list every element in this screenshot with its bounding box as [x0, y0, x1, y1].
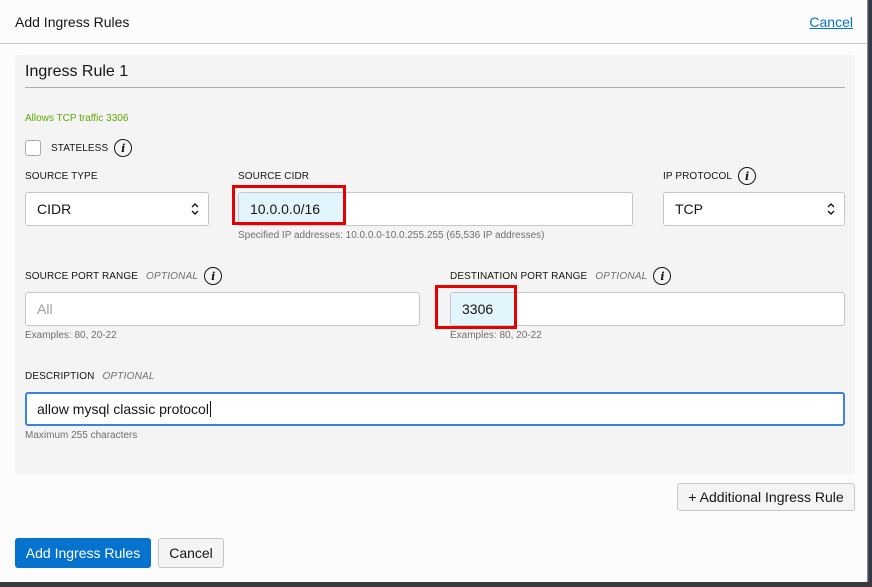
add-ingress-rules-dialog: Add Ingress Rules Cancel Ingress Rule 1 … — [0, 0, 868, 582]
source-cidr-value: 10.0.0.0/16 — [250, 201, 321, 217]
source-port-helper: Examples: 80, 20-22 — [25, 330, 117, 341]
destination-port-helper: Examples: 80, 20-22 — [450, 330, 542, 341]
source-port-label: SOURCE PORT RANGE — [25, 270, 139, 282]
source-type-select[interactable]: CIDR — [25, 192, 209, 226]
add-ingress-rules-button[interactable]: Add Ingress Rules — [15, 538, 151, 568]
window-edge-bottom — [0, 582, 872, 587]
info-icon[interactable]: i — [653, 267, 672, 285]
text-cursor — [209, 401, 211, 417]
info-icon[interactable]: i — [204, 267, 223, 285]
dialog-title: Add Ingress Rules — [15, 13, 130, 30]
source-port-placeholder: All — [37, 301, 53, 317]
description-label-row: DESCRIPTION OPTIONAL — [25, 367, 155, 385]
ip-protocol-label: IP PROTOCOL — [663, 170, 733, 182]
stateless-checkbox[interactable] — [25, 140, 41, 156]
destination-port-label-row: DESTINATION PORT RANGE OPTIONAL i — [450, 267, 672, 285]
rule-title: Ingress Rule 1 — [25, 63, 845, 88]
source-type-label-row: SOURCE TYPE — [25, 167, 98, 185]
stateless-row: STATELESS i — [25, 139, 133, 157]
info-icon[interactable]: i — [114, 139, 133, 157]
stateless-label: STATELESS — [51, 142, 109, 154]
chevron-updown-icon — [827, 203, 835, 215]
cancel-button[interactable]: Cancel — [158, 538, 224, 568]
info-icon[interactable]: i — [738, 167, 757, 185]
description-input[interactable]: allow mysql classic protocol — [25, 392, 845, 426]
header-cancel-link[interactable]: Cancel — [809, 14, 853, 30]
source-type-value: CIDR — [37, 201, 72, 217]
ingress-rule-panel: Ingress Rule 1 Allows TCP traffic 3306 S… — [15, 55, 855, 474]
rule-summary: Allows TCP traffic 3306 — [25, 113, 129, 124]
optional-tag: OPTIONAL — [595, 270, 648, 282]
chevron-updown-icon — [191, 203, 199, 215]
ip-protocol-label-row: IP PROTOCOL i — [663, 167, 757, 185]
source-cidr-input[interactable]: 10.0.0.0/16 — [238, 192, 633, 226]
source-cidr-label-row: SOURCE CIDR — [238, 167, 309, 185]
dialog-header: Add Ingress Rules Cancel — [0, 0, 867, 44]
source-cidr-label: SOURCE CIDR — [238, 170, 310, 182]
source-port-label-row: SOURCE PORT RANGE OPTIONAL i — [25, 267, 223, 285]
description-label: DESCRIPTION — [25, 370, 95, 382]
source-port-input[interactable]: All — [25, 292, 420, 326]
source-type-label: SOURCE TYPE — [25, 170, 98, 182]
destination-port-input[interactable]: 3306 — [450, 292, 845, 326]
optional-tag: OPTIONAL — [102, 370, 155, 382]
description-helper: Maximum 255 characters — [25, 430, 138, 441]
ip-protocol-value: TCP — [675, 201, 703, 217]
additional-ingress-rule-button[interactable]: + Additional Ingress Rule — [677, 483, 855, 511]
description-value: allow mysql classic protocol — [37, 401, 209, 417]
source-cidr-helper: Specified IP addresses: 10.0.0.0-10.0.25… — [238, 230, 545, 241]
optional-tag: OPTIONAL — [146, 270, 199, 282]
destination-port-value: 3306 — [462, 301, 494, 317]
destination-port-label: DESTINATION PORT RANGE — [450, 270, 588, 282]
ip-protocol-select[interactable]: TCP — [663, 192, 845, 226]
